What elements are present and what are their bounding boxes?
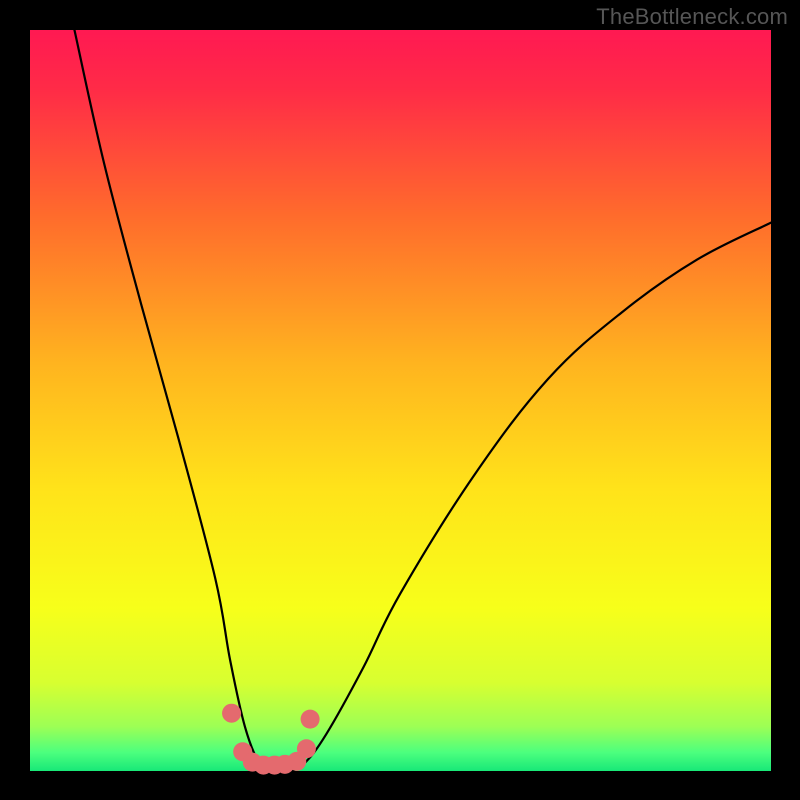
highlight-dot: [301, 710, 320, 729]
watermark-text: TheBottleneck.com: [596, 4, 788, 30]
highlight-dot: [297, 739, 316, 758]
bottleneck-chart: [0, 0, 800, 800]
chart-plot-area: [30, 30, 771, 771]
chart-stage: TheBottleneck.com: [0, 0, 800, 800]
highlight-dot: [222, 704, 241, 723]
